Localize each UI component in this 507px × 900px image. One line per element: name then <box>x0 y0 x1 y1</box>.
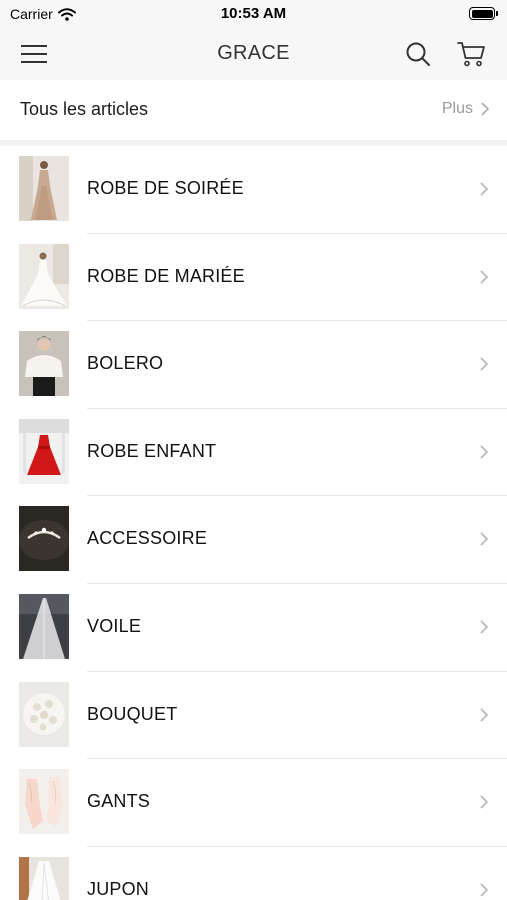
category-thumbnail <box>19 856 69 900</box>
evening-gown-image <box>19 156 69 221</box>
category-item-bolero[interactable]: BOLERO <box>0 321 507 409</box>
battery-icon <box>469 7 498 20</box>
chevron-right-icon <box>480 270 489 284</box>
tiara-image <box>19 506 69 572</box>
more-label: Plus <box>441 100 473 117</box>
veil-image <box>19 593 69 659</box>
category-label: ROBE DE SOIRÉE <box>87 178 244 198</box>
category-thumbnail <box>19 769 69 835</box>
category-item-jupon[interactable]: JUPON <box>0 847 507 900</box>
category-item-robe-de-soiree[interactable]: ROBE DE SOIRÉE <box>0 146 507 234</box>
category-list: ROBE DE SOIRÉE ROBE DE MARIÉE BOLERO ROB… <box>0 146 507 900</box>
chevron-right-icon <box>480 532 489 546</box>
category-item-voile[interactable]: VOILE <box>0 584 507 672</box>
chevron-right-icon <box>480 357 489 371</box>
chevron-right-icon <box>480 883 489 897</box>
category-label: VOILE <box>87 615 142 636</box>
category-thumbnail <box>19 506 69 572</box>
category-item-robe-enfant[interactable]: ROBE ENFANT <box>0 409 507 497</box>
category-thumbnail <box>19 243 69 309</box>
category-label: ROBE DE MARIÉE <box>87 265 245 286</box>
category-item-bouquet[interactable]: BOUQUET <box>0 672 507 760</box>
section-title: Tous les articles <box>20 99 149 119</box>
category-thumbnail <box>19 156 69 221</box>
category-thumbnail <box>19 681 69 747</box>
cart-button[interactable] <box>456 38 488 70</box>
search-icon <box>406 42 430 66</box>
category-thumbnail <box>19 593 69 659</box>
child-dress-image <box>19 418 69 484</box>
chevron-right-icon <box>480 620 489 634</box>
category-label: JUPON <box>87 878 150 899</box>
category-item-accessoire[interactable]: ACCESSOIRE <box>0 496 507 584</box>
bolero-image <box>19 331 69 397</box>
chevron-right-icon <box>480 182 489 196</box>
status-bar: Carrier 10:53 AM <box>0 0 507 28</box>
category-label: BOUQUET <box>87 703 178 724</box>
more-link[interactable]: Plus <box>442 100 489 118</box>
category-item-gants[interactable]: GANTS <box>0 759 507 847</box>
bouquet-image <box>19 681 69 747</box>
chevron-right-icon <box>480 795 489 809</box>
category-label: ACCESSOIRE <box>87 528 208 549</box>
navigation-bar: GRACE <box>0 28 507 80</box>
category-label: GANTS <box>87 791 151 812</box>
category-label: BOLERO <box>87 353 164 374</box>
search-button[interactable] <box>402 38 434 70</box>
status-time: 10:53 AM <box>220 5 287 22</box>
wedding-gown-image <box>19 243 69 309</box>
category-label: ROBE ENFANT <box>87 440 217 461</box>
all-articles-header: Tous les articles Plus <box>0 80 507 140</box>
petticoat-image <box>19 856 69 900</box>
category-thumbnail <box>19 331 69 397</box>
cart-icon <box>457 42 485 67</box>
category-item-robe-de-mariee[interactable]: ROBE DE MARIÉE <box>0 234 507 322</box>
chevron-right-icon <box>480 445 489 459</box>
chevron-right-icon <box>481 102 489 116</box>
gloves-image <box>19 769 69 835</box>
chevron-right-icon <box>480 707 489 722</box>
category-thumbnail <box>19 418 69 484</box>
